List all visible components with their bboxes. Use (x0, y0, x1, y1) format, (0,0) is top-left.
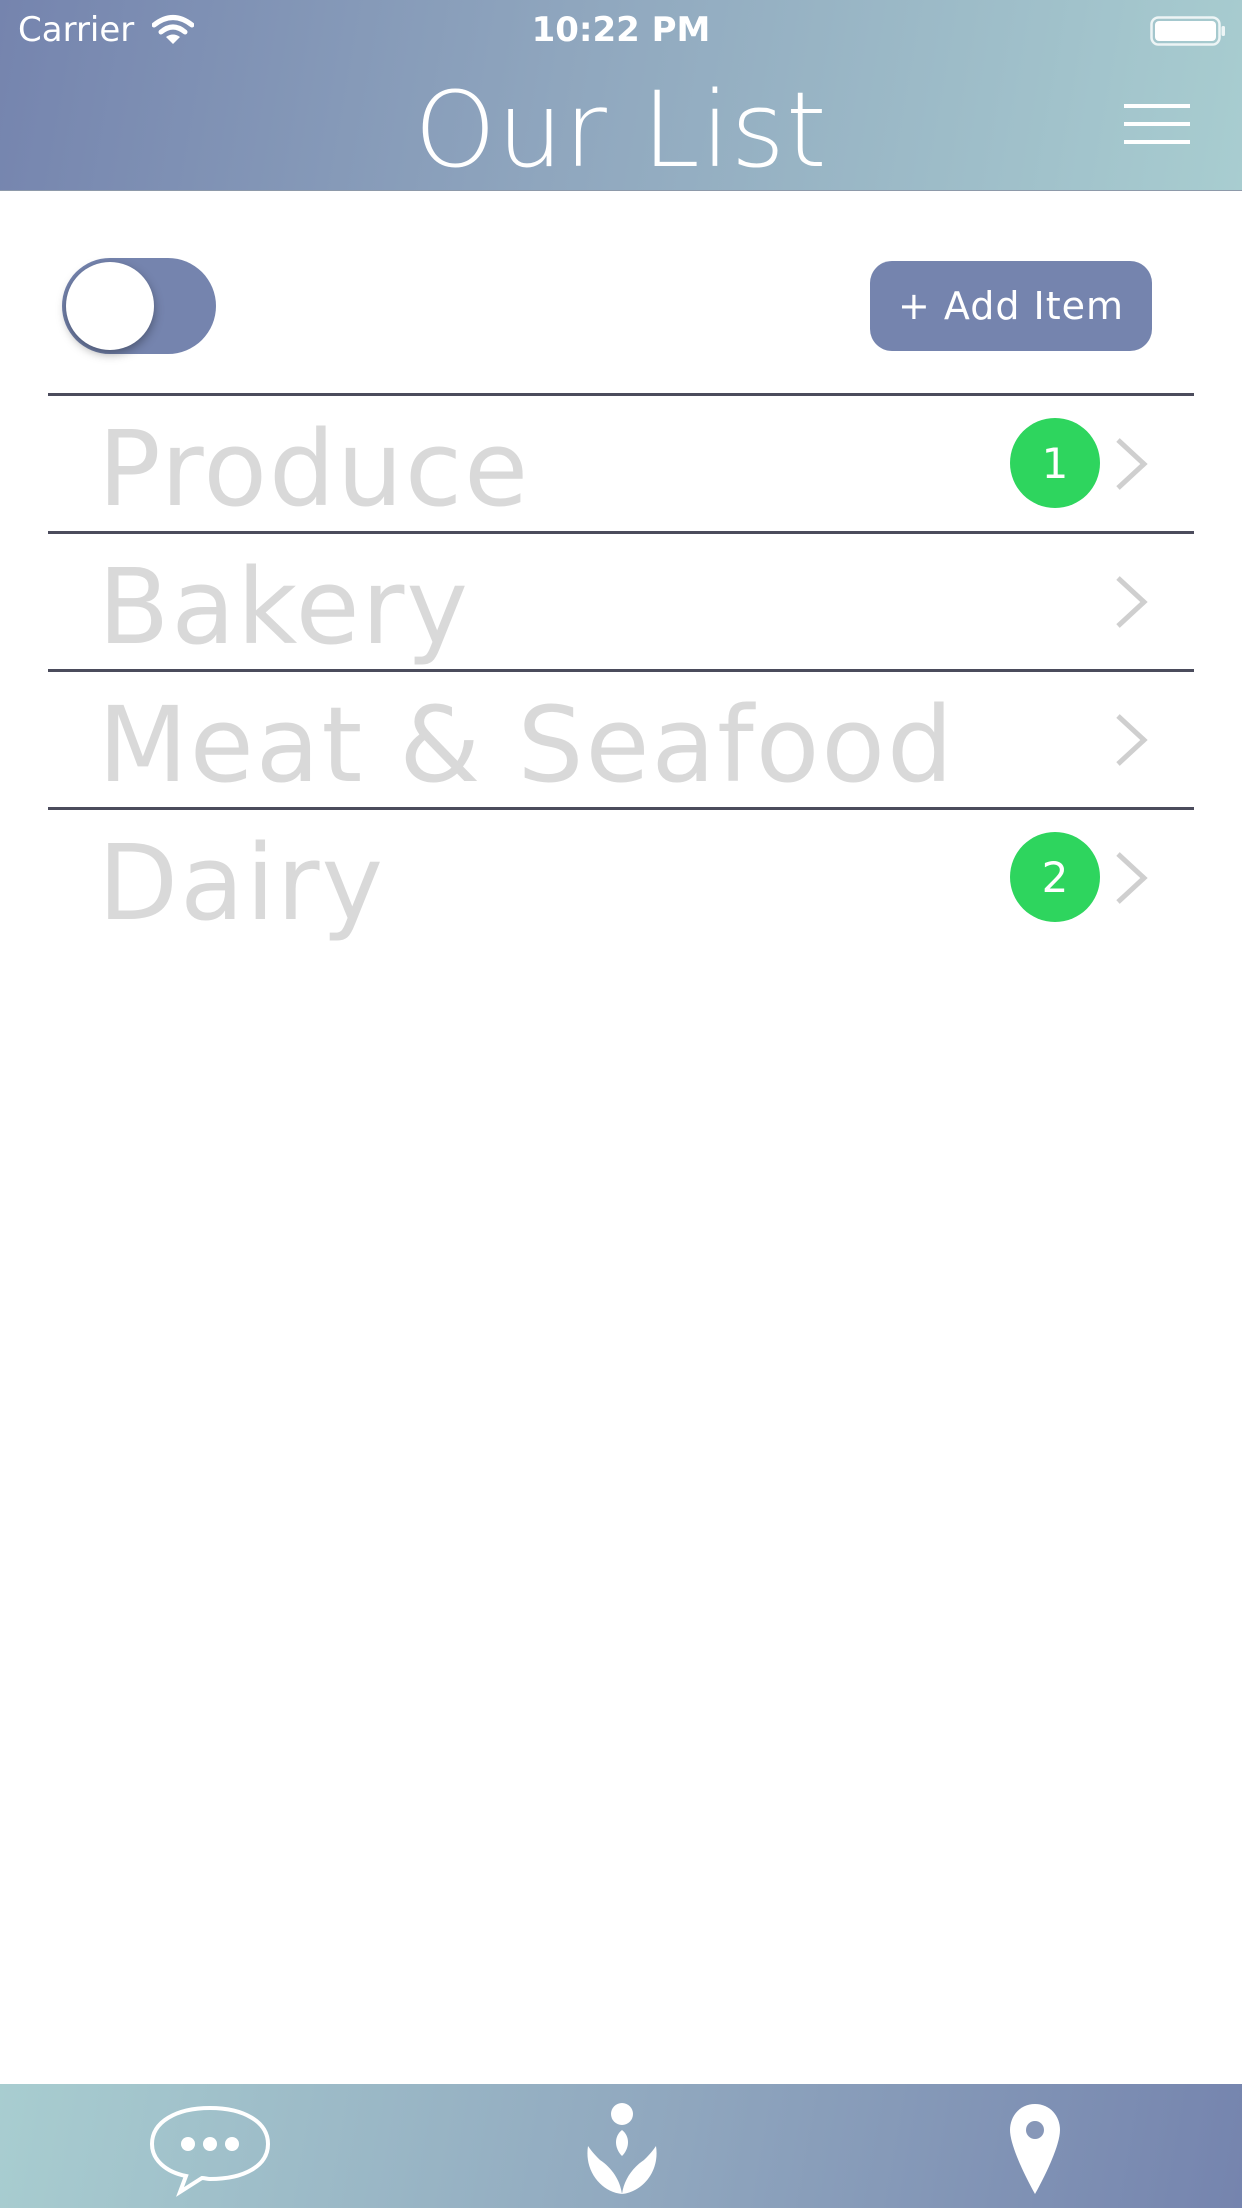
category-label: Produce (98, 408, 531, 530)
add-item-button[interactable]: + Add Item (870, 261, 1152, 351)
count-badge: 2 (1010, 832, 1100, 922)
status-time: 10:22 PM (531, 10, 711, 50)
person-lotus-icon[interactable] (570, 2084, 674, 2208)
chat-bubble-icon[interactable] (140, 2084, 280, 2208)
toggle-knob (66, 262, 154, 350)
page-title: Our List (414, 69, 828, 191)
count-badge: 1 (1010, 418, 1100, 508)
chevron-right-icon (1116, 576, 1148, 628)
category-row-meat-seafood[interactable]: Meat & Seafood (48, 672, 1194, 807)
category-label: Bakery (98, 546, 470, 668)
header: Carrier 10:22 PM Our List (0, 0, 1242, 191)
chevron-right-icon (1116, 852, 1148, 904)
category-row-bakery[interactable]: Bakery (48, 534, 1194, 669)
tab-bar (0, 2084, 1242, 2208)
status-bar: Carrier 10:22 PM (0, 0, 1242, 60)
category-list: Produce 1 Bakery Meat & Seafood Dairy 2 (48, 393, 1194, 945)
battery-icon (1150, 16, 1225, 46)
chevron-right-icon (1116, 438, 1148, 490)
category-label: Dairy (98, 822, 386, 944)
category-row-produce[interactable]: Produce 1 (48, 396, 1194, 531)
hamburger-menu-icon[interactable] (1124, 104, 1190, 144)
chevron-right-icon (1116, 714, 1148, 766)
category-row-dairy[interactable]: Dairy 2 (48, 810, 1194, 945)
list-toggle-switch[interactable] (62, 258, 216, 354)
category-label: Meat & Seafood (98, 684, 956, 806)
location-pin-icon[interactable] (1000, 2084, 1070, 2208)
